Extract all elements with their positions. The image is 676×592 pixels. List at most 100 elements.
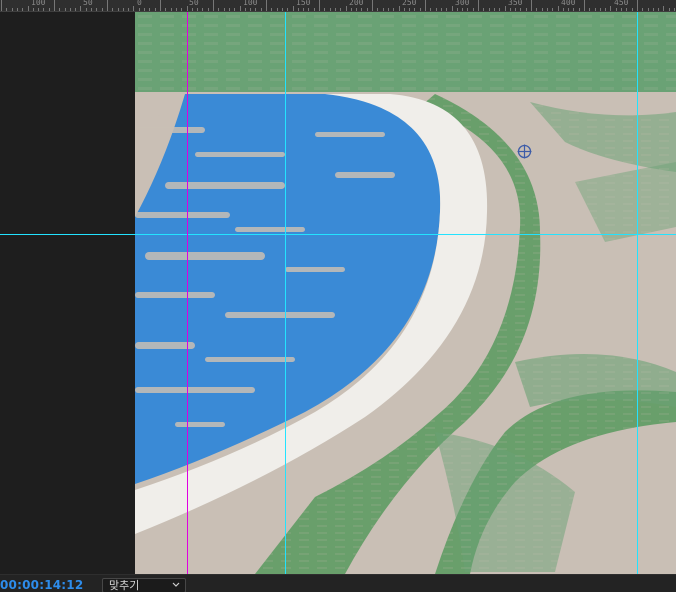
ruler-tick: [133, 6, 134, 11]
ruler-tick: [346, 6, 347, 11]
ruler-tick: [399, 6, 400, 11]
ruler-tick: [510, 8, 511, 11]
ruler-label: 200: [349, 0, 364, 7]
ruler-label: 50: [189, 0, 199, 7]
ruler-tick: [478, 0, 479, 11]
ruler-tick: [520, 8, 521, 11]
ruler-tick: [319, 0, 320, 11]
ruler-tick: [457, 8, 458, 11]
ruler-tick: [658, 8, 659, 11]
ruler-tick: [637, 0, 638, 11]
ruler-tick: [59, 8, 60, 11]
ruler-tick: [197, 8, 198, 11]
playhead-timecode[interactable]: 00:00:14:12: [0, 578, 83, 592]
chevron-down-icon: [171, 579, 181, 591]
ruler-tick: [149, 8, 150, 11]
ruler-tick: [240, 6, 241, 11]
ruler-tick: [414, 8, 415, 11]
ruler-tick: [568, 8, 569, 11]
ruler-tick: [335, 8, 336, 11]
ruler-tick: [155, 8, 156, 11]
video-frame[interactable]: [135, 12, 676, 574]
ruler-tick: [324, 8, 325, 11]
ruler-tick: [584, 0, 585, 11]
ruler-tick: [605, 8, 606, 11]
ruler-tick: [165, 8, 166, 11]
ruler-tick: [616, 8, 617, 11]
ruler-tick: [187, 6, 188, 11]
ruler-tick: [218, 8, 219, 11]
ruler-tick: [75, 8, 76, 11]
ruler-tick: [404, 8, 405, 11]
ruler-label: 0: [137, 0, 142, 7]
ruler-tick: [579, 8, 580, 11]
ruler-tick: [483, 8, 484, 11]
ruler-tick: [674, 8, 675, 11]
ruler-label: 350: [508, 0, 523, 7]
ruler-tick: [361, 8, 362, 11]
ruler-tick: [452, 6, 453, 11]
program-monitor: 100 50 0 50 100 150 200 250 300 350 400 …: [0, 0, 676, 592]
ruler-tick: [436, 8, 437, 11]
ruler-tick: [266, 0, 267, 11]
ruler-tick: [425, 0, 426, 11]
ruler-tick: [86, 8, 87, 11]
ruler-tick: [208, 8, 209, 11]
ruler-tick: [17, 8, 18, 11]
ruler-tick: [22, 8, 23, 11]
ruler-tick: [388, 8, 389, 11]
ruler-tick: [287, 8, 288, 11]
ruler-tick: [632, 8, 633, 11]
ruler-tick: [139, 8, 140, 11]
ruler-tick: [123, 8, 124, 11]
crosshair-circle-icon[interactable]: [517, 144, 532, 159]
ruler-label: 400: [561, 0, 576, 7]
ruler-tick: [43, 8, 44, 11]
ruler-tick: [96, 8, 97, 11]
ruler-tick: [340, 8, 341, 11]
ruler-tick: [6, 8, 7, 11]
ruler-tick: [12, 8, 13, 11]
ruler-tick: [648, 8, 649, 11]
ruler-tick: [610, 6, 611, 11]
ruler-tick: [377, 8, 378, 11]
ruler-tick: [112, 8, 113, 11]
ruler-tick: [536, 8, 537, 11]
ruler-tick: [642, 8, 643, 11]
ruler-tick: [462, 8, 463, 11]
ruler-tick: [255, 8, 256, 11]
ruler-tick: [446, 8, 447, 11]
ruler-tick: [128, 8, 129, 11]
ruler-tick: [595, 8, 596, 11]
ruler-tick: [250, 8, 251, 11]
ruler-tick: [192, 8, 193, 11]
ruler-tick: [277, 8, 278, 11]
ruler-tick: [229, 8, 230, 11]
ruler-tick: [542, 8, 543, 11]
ruler-tick: [54, 0, 55, 11]
ruler-tick: [499, 8, 500, 11]
ruler-tick: [515, 8, 516, 11]
ruler-tick: [224, 8, 225, 11]
horizontal-ruler[interactable]: 100 50 0 50 100 150 200 250 300 350 400 …: [0, 0, 676, 12]
ruler-tick: [383, 8, 384, 11]
ruler-tick: [91, 8, 92, 11]
ruler-tick: [213, 0, 214, 11]
ruler-tick: [171, 8, 172, 11]
ruler-tick: [28, 6, 29, 11]
ruler-tick: [367, 8, 368, 11]
ruler-tick: [118, 8, 119, 11]
ruler-tick: [107, 0, 108, 11]
ruler-tick: [49, 8, 50, 11]
ruler-tick: [494, 8, 495, 11]
ruler-tick: [293, 6, 294, 11]
pasteboard-area: [0, 12, 135, 574]
ruler-tick: [372, 0, 373, 11]
ruler-tick: [245, 8, 246, 11]
ruler-tick: [621, 8, 622, 11]
ruler-tick: [181, 8, 182, 11]
ruler-tick: [144, 8, 145, 11]
monitor-controls-bar: 00:00:14:12 맞추기: [0, 574, 676, 592]
zoom-fit-dropdown[interactable]: 맞추기: [102, 578, 186, 592]
ruler-tick: [308, 8, 309, 11]
